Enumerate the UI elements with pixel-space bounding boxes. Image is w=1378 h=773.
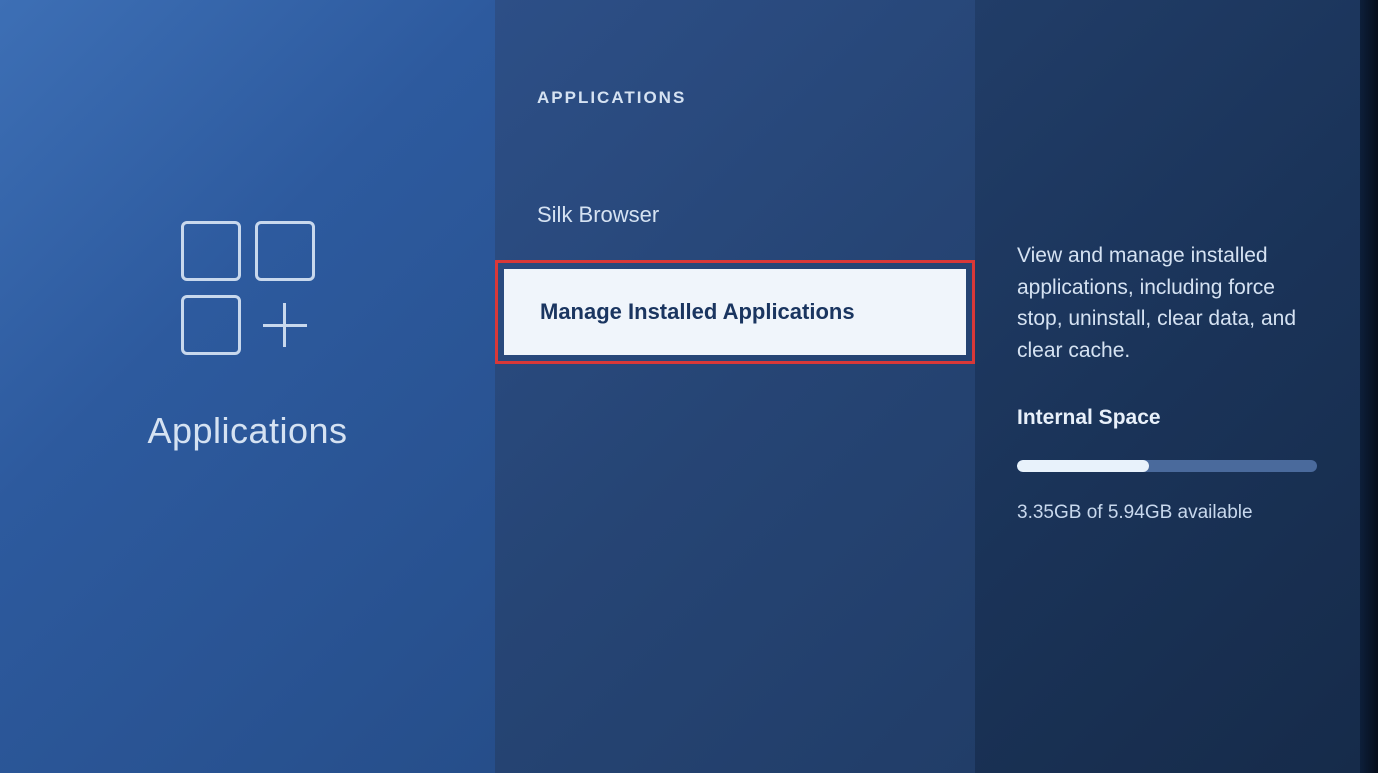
plus-icon [255, 295, 315, 355]
left-panel-title: Applications [147, 410, 347, 452]
middle-panel: APPLICATIONS Silk Browser Manage Install… [495, 0, 975, 773]
app-square-icon [181, 295, 241, 355]
app-square-icon [255, 221, 315, 281]
left-panel: Applications [0, 0, 495, 773]
applications-icon [181, 221, 315, 355]
menu-item-silk-browser[interactable]: Silk Browser [495, 186, 975, 244]
section-header: APPLICATIONS [495, 88, 975, 108]
storage-progress-fill [1017, 460, 1149, 472]
storage-label: Internal Space [1017, 406, 1320, 430]
right-panel: View and manage installed applications, … [975, 0, 1360, 773]
item-description: View and manage installed applications, … [1017, 240, 1320, 366]
menu-item-highlight: Manage Installed Applications [495, 260, 975, 364]
app-square-icon [181, 221, 241, 281]
storage-available-text: 3.35GB of 5.94GB available [1017, 502, 1320, 524]
storage-progress-bar [1017, 460, 1317, 472]
screen-edge [1360, 0, 1378, 773]
menu-item-manage-apps[interactable]: Manage Installed Applications [504, 269, 966, 355]
